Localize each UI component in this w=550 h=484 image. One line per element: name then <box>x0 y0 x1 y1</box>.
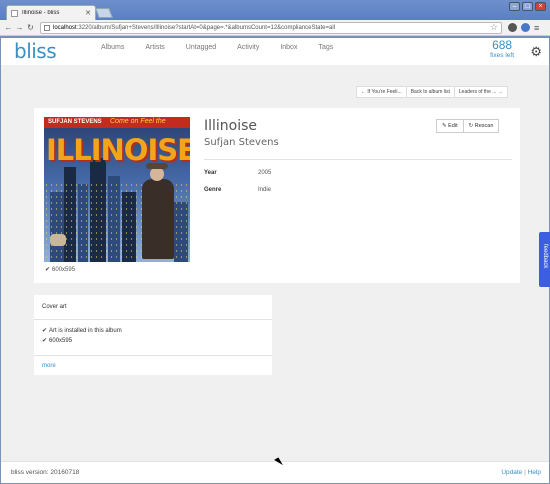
cover-art-size: ✔ 600x595 <box>42 337 72 344</box>
check-icon: ✔ <box>45 267 51 273</box>
cover-dimensions-text: 600x595 <box>52 267 76 273</box>
maximize-icon[interactable]: □ <box>522 2 533 11</box>
next-album-button[interactable]: Leaders of the ... → <box>453 86 508 98</box>
url-text: localhost:3220/album/Sufjan+Stevens/Illi… <box>53 25 335 31</box>
cover-art-size-text: 600x595 <box>49 338 73 344</box>
cover-goat <box>50 234 66 246</box>
cover-figure <box>142 163 174 259</box>
album-artist[interactable]: Sufjan Stevens <box>204 137 279 148</box>
browser-menu-icon[interactable]: ≡ <box>534 23 539 33</box>
nav-inbox[interactable]: Inbox <box>280 44 297 51</box>
page-favicon-icon <box>11 9 18 17</box>
window-titlebar: Illinoise - bliss ✕ – □ × <box>0 0 550 20</box>
tab-title: Illinoise - bliss <box>22 10 60 16</box>
main-nav: Albums Artists Untagged Activity Inbox T… <box>101 44 354 51</box>
new-tab-button[interactable] <box>95 8 113 18</box>
album-title: Illinoise <box>204 118 258 134</box>
nav-artists[interactable]: Artists <box>145 44 164 51</box>
back-to-album-list-button[interactable]: Back to album list <box>405 86 455 98</box>
extension-icon[interactable] <box>508 23 517 32</box>
url-path: :3220/album/Sufjan+Stevens/Illinoise?sta… <box>76 24 336 31</box>
extension-icons: ≡ <box>508 23 539 33</box>
page: bliss Albums Artists Untagged Activity I… <box>1 37 550 483</box>
album-card: SUFJAN STEVENS Come on Feel the ILLINOIS… <box>34 108 520 283</box>
meta-key: Year <box>204 170 217 176</box>
cover-artist-text: SUFJAN STEVENS <box>48 119 102 125</box>
browser-toolbar: ← → ↻ localhost:3220/album/Sufjan+Steven… <box>0 20 550 36</box>
bliss-logo[interactable]: bliss <box>14 39 57 63</box>
address-bar[interactable]: localhost:3220/album/Sufjan+Stevens/Illi… <box>40 21 502 34</box>
rescan-button[interactable]: ↻ Rescan <box>462 119 500 133</box>
meta-value[interactable]: Indie <box>258 187 271 193</box>
forward-arrow-icon[interactable]: → <box>14 23 25 32</box>
cover-art-status: ✔ Art is installed in this album <box>42 327 122 334</box>
divider <box>204 159 512 160</box>
link-separator: | <box>524 469 526 476</box>
more-link[interactable]: more <box>42 363 56 369</box>
reload-icon[interactable]: ↻ <box>25 23 36 32</box>
refresh-icon: ↻ <box>468 123 474 129</box>
fixes-counter[interactable]: 688 fixes left <box>490 38 514 59</box>
browser-tab[interactable]: Illinoise - bliss ✕ <box>6 5 96 20</box>
back-arrow-icon[interactable]: ← <box>3 23 14 32</box>
update-link[interactable]: Update <box>501 469 522 476</box>
album-actions: ✎ Edit ↻ Rescan <box>436 119 500 133</box>
album-cover-image[interactable]: SUFJAN STEVENS Come on Feel the ILLINOIS… <box>44 117 190 262</box>
bookmark-star-icon[interactable]: ☆ <box>490 23 498 33</box>
url-host: localhost <box>53 24 77 31</box>
panel-footer: more <box>34 355 272 375</box>
edit-button[interactable]: ✎ Edit <box>436 119 464 133</box>
fixes-label: fixes left <box>490 52 514 59</box>
edit-icon: ✎ <box>442 123 447 129</box>
close-window-icon[interactable]: × <box>535 2 546 11</box>
nav-tags[interactable]: Tags <box>318 44 333 51</box>
page-footer: bliss version: 20160718 Update | Help <box>1 461 549 483</box>
panel-heading: Cover art <box>34 295 272 320</box>
footer-links: Update | Help <box>501 469 541 476</box>
window-controls: – □ × <box>509 2 546 11</box>
nav-untagged[interactable]: Untagged <box>186 44 216 51</box>
page-info-icon[interactable] <box>44 24 50 31</box>
minimize-icon[interactable]: – <box>509 2 520 11</box>
extension-shield-icon[interactable] <box>521 23 530 32</box>
edit-label: Edit <box>448 123 458 129</box>
feedback-tab[interactable]: feedback <box>539 232 550 287</box>
check-icon: ✔ <box>42 338 48 344</box>
cover-subtitle-text: Come on Feel the <box>110 118 166 125</box>
gear-icon[interactable]: ⚙ <box>530 44 542 60</box>
meta-value: 2005 <box>258 170 272 176</box>
previous-album-button[interactable]: ← If You're Feeli... <box>356 86 407 98</box>
nav-activity[interactable]: Activity <box>237 44 259 51</box>
nav-albums[interactable]: Albums <box>101 44 124 51</box>
fixes-count: 688 <box>492 38 513 52</box>
cover-dimensions: ✔ 600x595 <box>45 266 75 273</box>
app-header: bliss Albums Artists Untagged Activity I… <box>1 37 549 65</box>
feedback-label: feedback <box>542 244 548 269</box>
cover-title-text: ILLINOISE <box>46 133 190 167</box>
rescan-label: Rescan <box>474 123 494 129</box>
album-pager: ← If You're Feeli... Back to album list … <box>356 86 508 98</box>
version-text: bliss version: 20160718 <box>11 469 80 476</box>
check-icon: ✔ <box>42 328 48 334</box>
meta-key: Genre <box>204 187 222 193</box>
cover-art-panel: Cover art ✔ Art is installed in this albu… <box>34 295 272 375</box>
help-link[interactable]: Help <box>528 469 541 476</box>
tab-close-icon[interactable]: ✕ <box>85 9 91 17</box>
cover-art-status-text: Art is installed in this album <box>49 328 122 334</box>
